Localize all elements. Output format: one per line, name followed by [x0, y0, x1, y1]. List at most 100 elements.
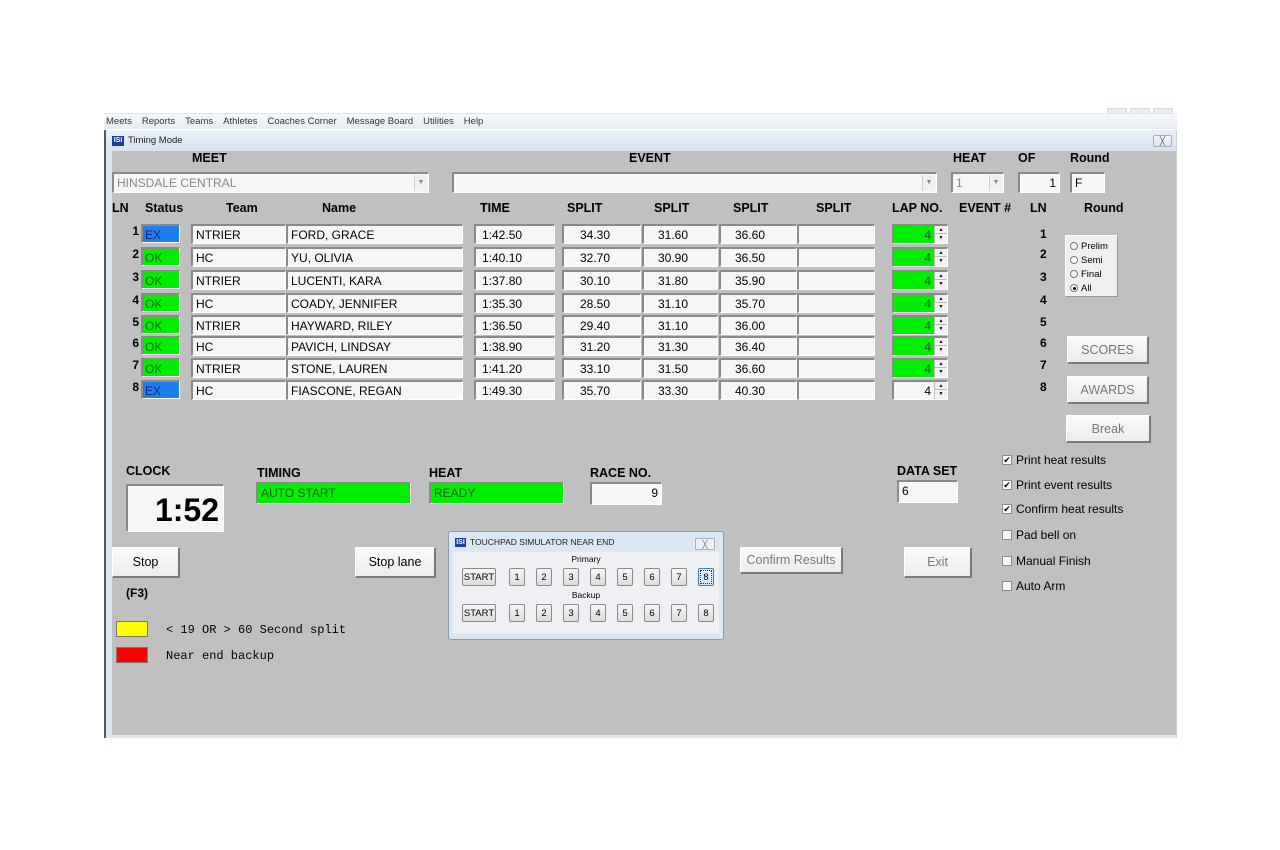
- checkbox[interactable]: [1002, 530, 1012, 540]
- lane-team-field[interactable]: NTRIER: [191, 315, 286, 335]
- lane-split-1-field[interactable]: 29.40: [562, 315, 641, 335]
- close-icon[interactable]: ╳: [1153, 135, 1172, 147]
- spin-down-icon[interactable]: ▼: [935, 234, 947, 242]
- menu-utilities[interactable]: Utilities: [418, 116, 459, 127]
- spin-down-icon[interactable]: ▼: [935, 325, 947, 333]
- checkbox[interactable]: ✔: [1002, 455, 1012, 465]
- parent-maximize-button[interactable]: [1130, 108, 1150, 113]
- lane-split-3-field[interactable]: 36.50: [719, 247, 797, 267]
- spin-down-icon[interactable]: ▼: [935, 368, 947, 376]
- lane-time-field[interactable]: 1:40.10: [474, 247, 555, 267]
- lane-split-2-field[interactable]: 31.10: [642, 293, 718, 313]
- lane-status-badge[interactable]: OK: [141, 293, 180, 312]
- spinner-buttons[interactable]: ▲ ▼: [934, 226, 947, 243]
- backup-pad-4-button[interactable]: 4: [590, 604, 606, 622]
- lane-split-2-field[interactable]: 30.90: [642, 247, 718, 267]
- spinner-buttons[interactable]: ▲ ▼: [934, 338, 947, 355]
- stop-button[interactable]: Stop: [112, 547, 180, 578]
- round-field[interactable]: F: [1070, 172, 1105, 193]
- lane-split-1-field[interactable]: 34.30: [562, 224, 641, 244]
- lane-name-field[interactable]: FORD, GRACE: [286, 224, 463, 244]
- backup-pad-6-button[interactable]: 6: [644, 604, 660, 622]
- lane-split-3-field[interactable]: 36.60: [719, 224, 797, 244]
- lane-status-badge[interactable]: OK: [141, 336, 180, 355]
- spinner-buttons[interactable]: ▲ ▼: [934, 272, 947, 289]
- meet-select[interactable]: HINSDALE CENTRAL ▼: [112, 172, 429, 193]
- spin-up-icon[interactable]: ▲: [935, 272, 947, 280]
- lap-number-spinner[interactable]: 4 ▲ ▼: [892, 380, 948, 400]
- menu-coaches-corner[interactable]: Coaches Corner: [262, 116, 341, 127]
- lane-split-4-field[interactable]: [797, 224, 875, 244]
- lane-split-2-field[interactable]: 31.10: [642, 315, 718, 335]
- lane-split-2-field[interactable]: 31.80: [642, 270, 718, 290]
- backup-pad-5-button[interactable]: 5: [617, 604, 633, 622]
- checkbox[interactable]: ✔: [1002, 480, 1012, 490]
- lane-split-2-field[interactable]: 31.60: [642, 224, 718, 244]
- spin-up-icon[interactable]: ▲: [935, 382, 947, 390]
- lane-status-badge[interactable]: OK: [141, 270, 180, 289]
- close-icon[interactable]: ╳: [695, 538, 715, 550]
- menu-message-board[interactable]: Message Board: [342, 116, 419, 127]
- backup-pad-2-button[interactable]: 2: [536, 604, 552, 622]
- confirm-results-button[interactable]: Confirm Results: [740, 547, 843, 574]
- lane-name-field[interactable]: FIASCONE, REGAN: [286, 380, 463, 400]
- lane-status-badge[interactable]: OK: [141, 358, 180, 377]
- backup-pad-3-button[interactable]: 3: [563, 604, 579, 622]
- lap-number-spinner[interactable]: 4 ▲ ▼: [892, 315, 948, 335]
- lane-time-field[interactable]: 1:38.90: [474, 336, 555, 356]
- radio-final[interactable]: [1070, 270, 1078, 278]
- primary-start-button[interactable]: START: [462, 568, 496, 586]
- lane-time-field[interactable]: 1:35.30: [474, 293, 555, 313]
- spin-down-icon[interactable]: ▼: [935, 280, 947, 288]
- heat-select[interactable]: 1 ▼: [951, 172, 1004, 193]
- menu-teams[interactable]: Teams: [180, 116, 218, 127]
- menu-help[interactable]: Help: [459, 116, 489, 127]
- spinner-buttons[interactable]: ▲ ▼: [934, 360, 947, 377]
- stop-lane-button[interactable]: Stop lane: [355, 547, 436, 578]
- lap-number-spinner[interactable]: 4 ▲ ▼: [892, 336, 948, 356]
- break-button[interactable]: Break: [1066, 415, 1151, 443]
- lane-status-badge[interactable]: OK: [141, 247, 180, 266]
- option-print-event-results[interactable]: ✔ Print event results: [1002, 478, 1112, 492]
- lane-team-field[interactable]: NTRIER: [191, 358, 286, 378]
- lap-number-spinner[interactable]: 4 ▲ ▼: [892, 293, 948, 313]
- lane-split-3-field[interactable]: 36.00: [719, 315, 797, 335]
- spin-up-icon[interactable]: ▲: [935, 338, 947, 346]
- spin-down-icon[interactable]: ▼: [935, 257, 947, 265]
- round-option-prelim[interactable]: Prelim: [1070, 239, 1113, 253]
- lane-split-4-field[interactable]: [797, 380, 875, 400]
- option-auto-arm[interactable]: Auto Arm: [1002, 579, 1065, 593]
- checkbox[interactable]: [1002, 581, 1012, 591]
- backup-pad-8-button[interactable]: 8: [698, 604, 714, 622]
- spin-up-icon[interactable]: ▲: [935, 226, 947, 234]
- lap-number-spinner[interactable]: 4 ▲ ▼: [892, 224, 948, 244]
- lane-split-1-field[interactable]: 32.70: [562, 247, 641, 267]
- spin-up-icon[interactable]: ▲: [935, 360, 947, 368]
- lane-split-4-field[interactable]: [797, 358, 875, 378]
- primary-pad-6-button[interactable]: 6: [644, 568, 660, 586]
- round-option-all[interactable]: All: [1070, 281, 1113, 295]
- lane-split-1-field[interactable]: 35.70: [562, 380, 641, 400]
- spin-up-icon[interactable]: ▲: [935, 249, 947, 257]
- lane-split-4-field[interactable]: [797, 336, 875, 356]
- radio-prelim[interactable]: [1070, 242, 1078, 250]
- lane-split-1-field[interactable]: 28.50: [562, 293, 641, 313]
- backup-pad-1-button[interactable]: 1: [509, 604, 525, 622]
- heat-of-field[interactable]: 1: [1018, 172, 1060, 193]
- lane-split-4-field[interactable]: [797, 315, 875, 335]
- parent-close-button[interactable]: [1153, 108, 1173, 113]
- chevron-down-icon[interactable]: ▼: [414, 175, 427, 191]
- lane-split-2-field[interactable]: 31.30: [642, 336, 718, 356]
- lane-split-3-field[interactable]: 36.60: [719, 358, 797, 378]
- spin-down-icon[interactable]: ▼: [935, 346, 947, 354]
- lane-team-field[interactable]: HC: [191, 336, 286, 356]
- lap-number-spinner[interactable]: 4 ▲ ▼: [892, 358, 948, 378]
- spinner-buttons[interactable]: ▲ ▼: [934, 382, 947, 399]
- lane-split-3-field[interactable]: 36.40: [719, 336, 797, 356]
- chevron-down-icon[interactable]: ▼: [989, 175, 1002, 191]
- lane-team-field[interactable]: HC: [191, 247, 286, 267]
- radio-semi[interactable]: [1070, 256, 1078, 264]
- lane-split-3-field[interactable]: 40.30: [719, 380, 797, 400]
- primary-pad-1-button[interactable]: 1: [509, 568, 525, 586]
- checkbox[interactable]: ✔: [1002, 504, 1012, 514]
